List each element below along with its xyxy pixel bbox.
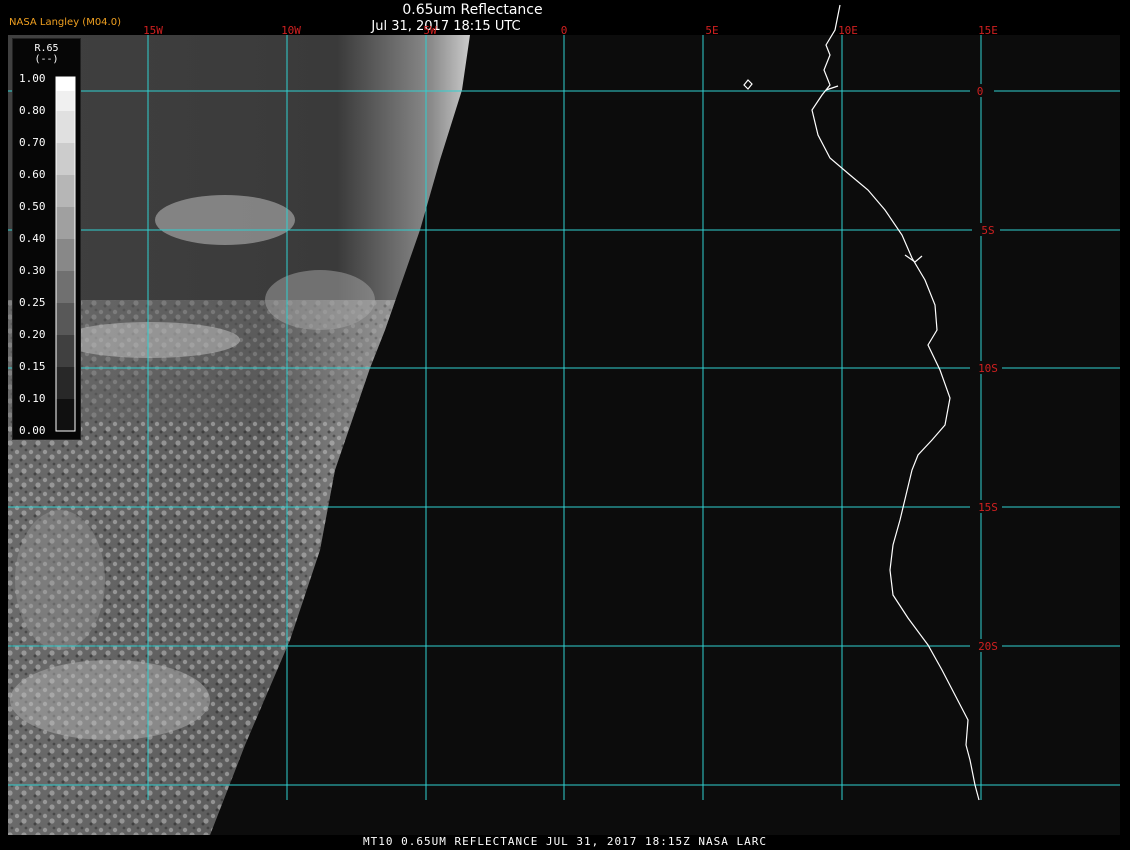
- lat-label: 20S: [978, 640, 998, 653]
- lon-label: 5E: [705, 24, 718, 37]
- legend-tick: 0.40: [19, 232, 46, 245]
- legend-tick: 0.60: [19, 168, 46, 181]
- lat-label: 10S: [978, 362, 998, 375]
- legend-tick: 0.25: [19, 296, 46, 309]
- lon-label: 15W: [143, 24, 163, 37]
- colorbar-swatches: [55, 76, 76, 432]
- colorbar-legend: R.65 (--) 1.00 0.80 0.70 0.60 0.50 0.40 …: [12, 38, 81, 440]
- lat-label: 15S: [978, 501, 998, 514]
- satellite-map: 15W 10W 5W 0 5E 10E 15E 0 5S 10S 15S 20S: [8, 4, 1120, 835]
- legend-tick: 0.00: [19, 424, 46, 437]
- footer-caption: MT10 0.65UM REFLECTANCE JUL 31, 2017 18:…: [363, 835, 767, 848]
- lat-label: 5S: [981, 224, 994, 237]
- legend-tick: 0.15: [19, 360, 46, 373]
- legend-tick: 0.80: [19, 104, 46, 117]
- legend-tick: 0.30: [19, 264, 46, 277]
- lat-label: 0: [977, 85, 984, 98]
- lon-label: 0: [561, 24, 568, 37]
- lon-label: 5W: [423, 24, 437, 37]
- legend-tick: 0.10: [19, 392, 46, 405]
- lon-label: 10W: [281, 24, 301, 37]
- lon-label: 10E: [838, 24, 858, 37]
- legend-tick: 0.70: [19, 136, 46, 149]
- legend-tick: 1.00: [19, 72, 46, 85]
- colorbar: 1.00 0.80 0.70 0.60 0.50 0.40 0.30 0.25 …: [19, 72, 76, 437]
- lon-label: 15E: [978, 24, 998, 37]
- legend-tick: 0.20: [19, 328, 46, 341]
- colorbar-ticks: 1.00 0.80 0.70 0.60 0.50 0.40 0.30 0.25 …: [19, 72, 46, 437]
- legend-tick: 0.50: [19, 200, 46, 213]
